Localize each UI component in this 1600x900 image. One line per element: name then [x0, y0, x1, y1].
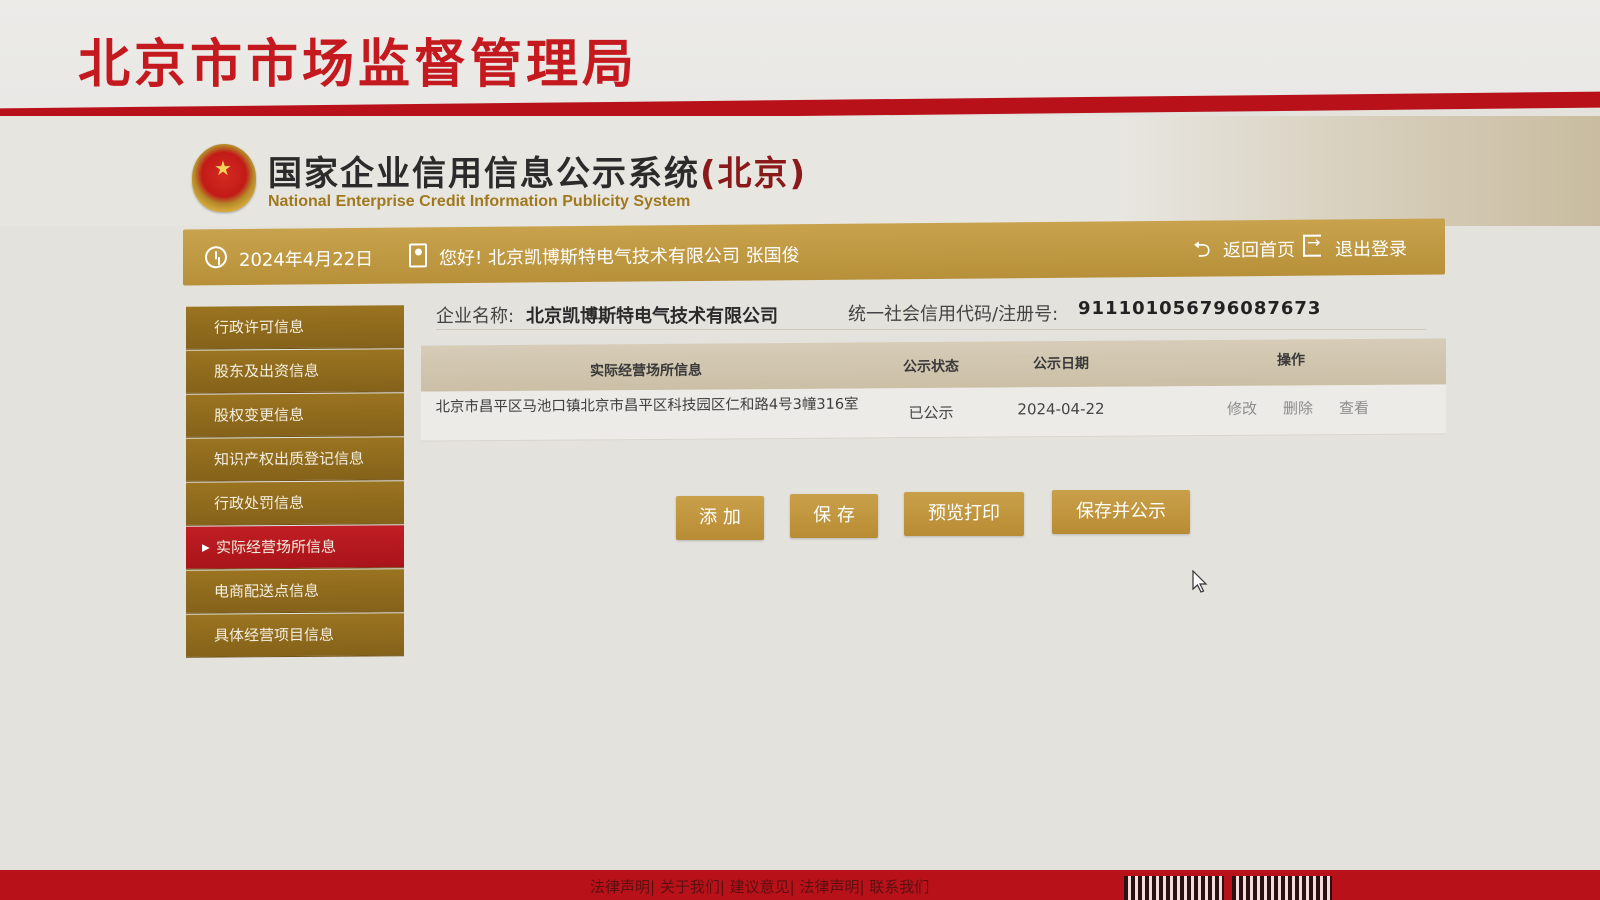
sidebar-item-ecommerce-delivery[interactable]: 电商配送点信息 [186, 569, 404, 614]
bureau-header: 北京市市场监督管理局 [0, 0, 1600, 108]
credit-code-label: 统一社会信用代码/注册号: [848, 304, 1059, 325]
sidebar-item-label: 电商配送点信息 [214, 581, 320, 601]
cell-status: 已公示 [908, 403, 954, 423]
sidebar-item-label: 行政处罚信息 [214, 493, 305, 513]
add-button[interactable]: 添 加 [676, 496, 764, 540]
system-title-region: (北京) [700, 154, 808, 194]
user-greeting: 您好! 北京凯博斯特电气技术有限公司 张国俊 [439, 245, 800, 270]
premises-table: 实际经营场所信息 公示状态 公示日期 操作 北京市昌平区马池口镇北京市昌平区科技… [421, 338, 1446, 442]
delete-link[interactable]: 删除 [1283, 397, 1313, 418]
table-header: 实际经营场所信息 公示状态 公示日期 操作 [421, 338, 1446, 392]
info-bar: 2024年4月22日 您好! 北京凯博斯特电气技术有限公司 张国俊 ⮌ 返回首页… [183, 218, 1445, 286]
system-subtitle: National Enterprise Credit Information P… [268, 193, 691, 210]
sidebar-item-equity-change[interactable]: 股权变更信息 [186, 393, 404, 438]
sidebar-item-label: 知识产权出质登记信息 [214, 449, 365, 469]
column-header-ops: 操作 [1277, 352, 1305, 369]
footer-links[interactable]: 法律声明| 关于我们| 建议意见| 法律声明| 联系我们 [590, 876, 929, 897]
logout-icon[interactable] [1303, 234, 1321, 257]
user-icon [409, 243, 427, 268]
column-header-date: 公示日期 [1033, 355, 1089, 373]
sidebar-item-label: 行政许可信息 [214, 317, 305, 337]
view-link[interactable]: 查看 [1339, 397, 1369, 418]
qr-code-icon [1124, 876, 1224, 900]
qr-code-icon [1232, 876, 1332, 900]
column-header-address: 实际经营场所信息 [590, 362, 702, 380]
page-footer: 法律声明| 关于我们| 建议意见| 法律声明| 联系我们 [0, 870, 1600, 900]
sidebar-nav: 行政许可信息 股东及出资信息 股权变更信息 知识产权出质登记信息 行政处罚信息 … [186, 305, 404, 659]
sidebar-item-admin-license[interactable]: 行政许可信息 [186, 305, 404, 350]
active-arrow-icon: ▶ [202, 542, 210, 554]
company-name: 北京凯博斯特电气技术有限公司 [526, 306, 778, 327]
preview-print-button[interactable]: 预览打印 [904, 492, 1024, 536]
national-emblem-icon [192, 144, 256, 212]
company-info-row: 企业名称: 北京凯博斯特电气技术有限公司 统一社会信用代码/注册号: 91110… [436, 298, 1426, 330]
back-arrow-icon[interactable]: ⮌ [1193, 233, 1211, 271]
bureau-title: 北京市市场监督管理局 [78, 35, 639, 95]
sidebar-item-label: 实际经营场所信息 [216, 537, 337, 557]
logout-link[interactable]: 退出登录 [1335, 235, 1407, 262]
table-row: 北京市昌平区马池口镇北京市昌平区科技园区仁和路4号3幢316室 已公示 2024… [421, 384, 1446, 442]
edit-link[interactable]: 修改 [1227, 398, 1257, 419]
sidebar-item-label: 股东及出资信息 [214, 361, 320, 381]
system-title-main: 国家企业信用信息公示系统 [268, 154, 700, 194]
sidebar-item-label: 股权变更信息 [214, 405, 305, 425]
clock-icon [205, 246, 227, 269]
credit-code: 911101056796087673 [1078, 298, 1322, 319]
sidebar-item-admin-penalty[interactable]: 行政处罚信息 [186, 481, 404, 526]
sidebar-item-business-scope[interactable]: 具体经营项目信息 [186, 613, 404, 658]
back-home-link[interactable]: 返回首页 [1223, 236, 1295, 263]
sidebar-item-shareholders[interactable]: 股东及出资信息 [186, 349, 404, 394]
save-publish-button[interactable]: 保存并公示 [1052, 490, 1190, 534]
cell-address: 北京市昌平区马池口镇北京市昌平区科技园区仁和路4号3幢316室 [435, 396, 859, 416]
sidebar-item-ip-pledge[interactable]: 知识产权出质登记信息 [186, 437, 404, 482]
system-title: 国家企业信用信息公示系统(北京) [268, 146, 807, 195]
company-name-label: 企业名称: [436, 306, 515, 327]
sidebar-item-business-premises[interactable]: ▶ 实际经营场所信息 [186, 525, 404, 570]
sidebar-item-label: 具体经营项目信息 [214, 625, 335, 645]
column-header-status: 公示状态 [903, 358, 959, 376]
cell-date: 2024-04-22 [1017, 399, 1105, 419]
current-date: 2024年4月22日 [239, 248, 374, 272]
save-button[interactable]: 保 存 [790, 494, 878, 538]
